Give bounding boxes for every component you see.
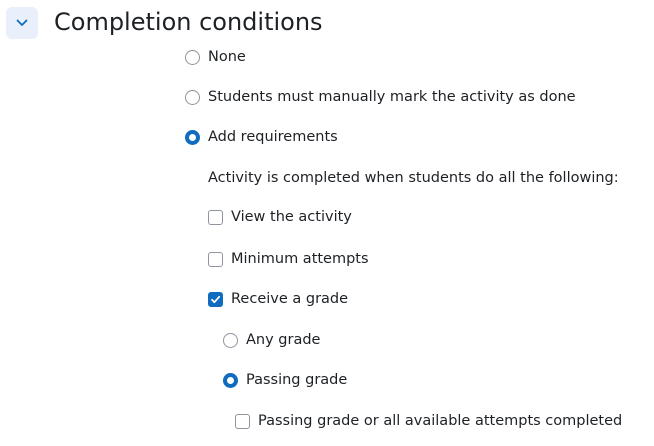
checkbox-min-attempts-label: Minimum attempts — [231, 251, 369, 267]
requirements-intro-text: Activity is completed when students do a… — [208, 170, 619, 186]
section-title: Completion conditions — [54, 8, 323, 36]
checkbox-option-receive-grade[interactable]: Receive a grade — [208, 288, 348, 310]
radio-option-add-requirements[interactable]: Add requirements — [185, 126, 338, 148]
checkbox-passing-or-attempts-label: Passing grade or all available attempts … — [258, 413, 623, 429]
chevron-down-icon — [16, 19, 28, 26]
radio-option-none[interactable]: None — [185, 46, 246, 68]
radio-any-grade[interactable] — [223, 332, 238, 348]
radio-manual-label: Students must manually mark the activity… — [208, 89, 576, 105]
completion-conditions-section: Completion conditions None Students must… — [0, 0, 654, 446]
radio-add-requirements-label: Add requirements — [208, 129, 338, 145]
radio-add-requirements[interactable] — [185, 129, 200, 145]
checkbox-option-passing-or-attempts[interactable]: Passing grade or all available attempts … — [235, 410, 622, 432]
checkbox-option-min-attempts[interactable]: Minimum attempts — [208, 248, 369, 270]
checkbox-min-attempts[interactable] — [208, 251, 223, 267]
checkbox-view-label: View the activity — [231, 209, 352, 225]
radio-any-grade-label: Any grade — [246, 332, 321, 348]
collapse-toggle-button[interactable] — [6, 7, 38, 39]
radio-none-label: None — [208, 49, 246, 65]
checkbox-receive-grade-label: Receive a grade — [231, 291, 349, 307]
checkbox-view[interactable] — [208, 209, 223, 225]
radio-option-any-grade[interactable]: Any grade — [223, 329, 320, 351]
radio-manual[interactable] — [185, 89, 200, 105]
radio-none[interactable] — [185, 49, 200, 65]
checkbox-receive-grade[interactable] — [208, 291, 223, 307]
radio-passing-grade[interactable] — [223, 372, 238, 388]
checkbox-passing-or-attempts[interactable] — [235, 413, 250, 429]
checkmark-icon — [211, 295, 221, 303]
radio-option-manual[interactable]: Students must manually mark the activity… — [185, 86, 576, 108]
checkbox-option-view[interactable]: View the activity — [208, 206, 352, 228]
radio-passing-grade-label: Passing grade — [246, 372, 348, 388]
radio-option-passing-grade[interactable]: Passing grade — [223, 369, 347, 391]
